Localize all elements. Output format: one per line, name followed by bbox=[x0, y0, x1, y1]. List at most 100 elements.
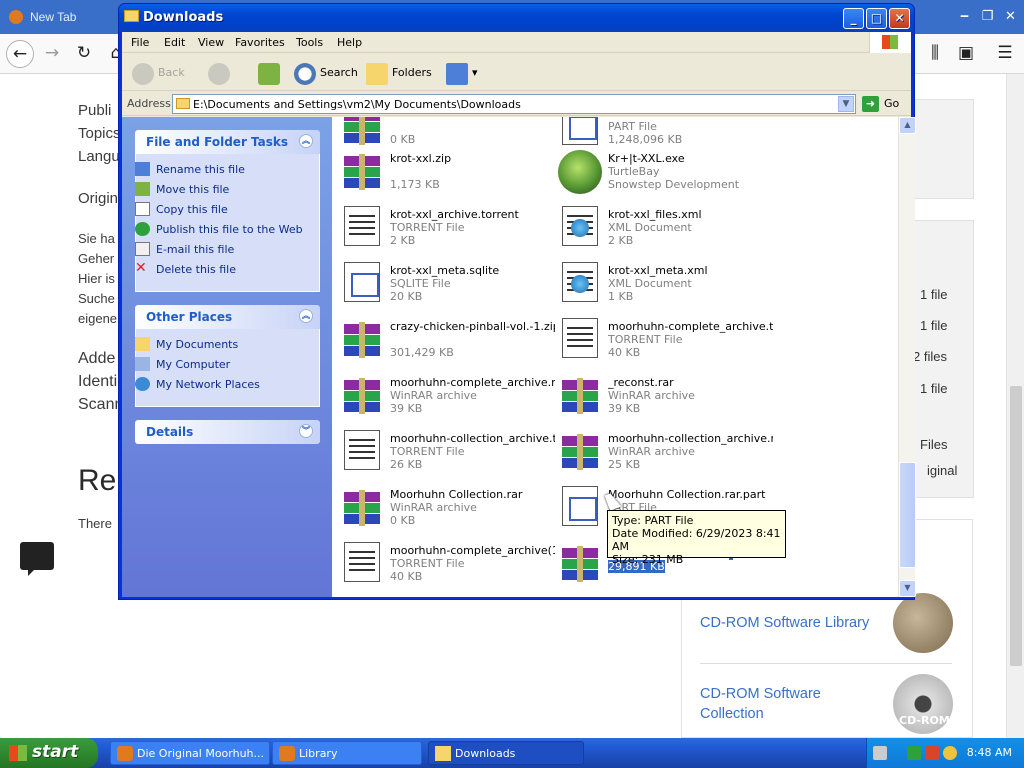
reload-icon[interactable]: ↻ bbox=[70, 40, 98, 68]
library-link-cdrom-library[interactable]: CD-ROM Software Library bbox=[700, 613, 869, 633]
file-type: WinRAR archive bbox=[608, 445, 695, 458]
file-type: PART File bbox=[608, 120, 657, 133]
menu-tools[interactable]: Tools bbox=[296, 36, 323, 49]
library-thumbnail[interactable] bbox=[893, 593, 953, 653]
address-value: E:\Documents and Settings\vm2\My Documen… bbox=[193, 98, 521, 111]
firefox-scrollbar[interactable] bbox=[1006, 74, 1024, 738]
search-tray-icon[interactable] bbox=[943, 746, 957, 760]
library-icon[interactable]: ⫼ bbox=[921, 40, 949, 68]
place-my-network[interactable]: My Network Places bbox=[156, 378, 260, 391]
folder-icon bbox=[124, 10, 139, 22]
explorer-titlebar[interactable]: Downloads _ □ ✕ bbox=[119, 4, 914, 32]
place-my-documents[interactable]: My Documents bbox=[156, 338, 238, 351]
publish-web-icon bbox=[135, 222, 150, 236]
task-rename[interactable]: Rename this file bbox=[156, 163, 245, 176]
back-arrow-icon[interactable]: ← bbox=[6, 40, 34, 68]
security-tray-icon[interactable] bbox=[925, 746, 939, 760]
explorer-window: Downloads _ □ ✕ File Edit View Favorites… bbox=[118, 3, 916, 600]
file-item[interactable]: krot-xxl_archive.torrent TORRENT File 2 KB bbox=[340, 206, 555, 256]
task-move[interactable]: Move this file bbox=[156, 183, 229, 196]
go-button[interactable]: ➜ Go bbox=[860, 95, 906, 113]
firefox-icon bbox=[9, 10, 23, 24]
menu-favorites[interactable]: Favorites bbox=[235, 36, 285, 49]
close-icon[interactable]: ✕ bbox=[1000, 7, 1021, 28]
file-item[interactable]: krot-xxl.zip 1,173 KB bbox=[340, 150, 555, 200]
file-item[interactable]: krot-xxl_meta.sqlite SQLITE File 20 KB bbox=[340, 262, 555, 312]
email-icon bbox=[135, 242, 150, 256]
firefox-icon bbox=[279, 746, 295, 761]
bg-text: Origin bbox=[78, 190, 119, 207]
file-item[interactable]: moorhuhn-collection_archive.t... TORRENT … bbox=[340, 430, 555, 480]
menu-view[interactable]: View bbox=[198, 36, 224, 49]
maximize-icon[interactable]: □ bbox=[866, 8, 887, 29]
task-downloads[interactable]: Downloads bbox=[428, 741, 584, 765]
collapse-icon[interactable]: ︽ bbox=[299, 134, 313, 148]
rar-file-icon bbox=[558, 374, 602, 418]
file-item[interactable]: crazy-chicken-pinball-vol.-1.zip 301,429… bbox=[340, 318, 555, 368]
rar-file-icon bbox=[340, 117, 384, 149]
place-my-computer[interactable]: My Computer bbox=[156, 358, 230, 371]
forward-button[interactable] bbox=[206, 60, 236, 86]
thumb-label: CD-ROM bbox=[899, 714, 950, 727]
expand-icon[interactable]: ︾ bbox=[299, 424, 313, 438]
menu-help[interactable]: Help bbox=[337, 36, 362, 49]
chevron-down-icon[interactable]: ▼ bbox=[838, 96, 854, 112]
cdrom-thumbnail[interactable]: CD-ROM bbox=[893, 674, 953, 734]
file-list-scrollbar[interactable]: ▲ ▼ bbox=[898, 117, 916, 597]
minimize-icon[interactable]: ‒ bbox=[954, 7, 975, 28]
file-item[interactable]: Kr+|t-XXL.exe TurtleBay Snowstep Developme… bbox=[558, 150, 773, 200]
minimize-icon[interactable]: _ bbox=[843, 8, 864, 29]
start-button[interactable]: start bbox=[0, 738, 98, 768]
desktop: New Tab ‒ ❐ ✕ ← → ↻ ⌂ ⫼ ▣ ☰ Publi Topics… bbox=[0, 0, 1024, 768]
file-item[interactable]: _reconst.rar WinRAR archive 39 KB bbox=[558, 374, 773, 424]
file-type bbox=[390, 120, 555, 133]
details-header[interactable]: Details ︾ bbox=[135, 420, 320, 444]
task-publish[interactable]: Publish this file to the Web bbox=[156, 223, 303, 236]
file-item[interactable]: krot-xxl_meta.xml XML Document 1 KB bbox=[558, 262, 773, 312]
scroll-thumb[interactable] bbox=[1010, 386, 1022, 666]
forward-arrow-icon[interactable]: → bbox=[38, 40, 66, 68]
file-item[interactable]: moorhuhn-complete_archive.t... TORRENT Fi… bbox=[558, 318, 773, 368]
bg-text: Identi bbox=[78, 373, 118, 390]
address-field[interactable]: E:\Documents and Settings\vm2\My Documen… bbox=[172, 94, 856, 114]
sidebar-icon[interactable]: ▣ bbox=[952, 40, 980, 68]
scroll-up-icon[interactable]: ▲ bbox=[899, 117, 916, 134]
bg-text: Adde bbox=[78, 350, 116, 367]
task-delete[interactable]: Delete this file bbox=[156, 263, 236, 276]
tooltip-type: Type: PART File bbox=[612, 514, 694, 527]
windows-logo-icon bbox=[9, 745, 27, 761]
views-button[interactable]: ▾ bbox=[444, 60, 480, 86]
file-folder-tasks-header[interactable]: File and Folder Tasks ︽ bbox=[135, 130, 320, 154]
close-icon[interactable]: ✕ bbox=[889, 8, 910, 29]
library-link-cdrom-collection[interactable]: CD-ROM Software Collection bbox=[700, 684, 850, 724]
file-item[interactable]: krot-xxl_files.xml XML Document 2 KB bbox=[558, 206, 773, 256]
folders-button[interactable]: Folders bbox=[364, 60, 436, 86]
file-item[interactable]: moorhuhn-complete_archive(1... TORRENT Fi… bbox=[340, 542, 555, 592]
scroll-down-icon[interactable]: ▼ bbox=[899, 580, 916, 597]
keyboard-icon[interactable] bbox=[873, 746, 887, 760]
back-button[interactable]: Back bbox=[130, 60, 194, 86]
scroll-thumb[interactable] bbox=[899, 462, 916, 568]
menu-edit[interactable]: Edit bbox=[164, 36, 185, 49]
file-name: moorhuhn-complete_archive(1... bbox=[390, 544, 555, 557]
network-tray-icon[interactable] bbox=[907, 746, 921, 760]
firefox-tab[interactable]: New Tab bbox=[0, 0, 118, 34]
up-folder-button[interactable] bbox=[256, 60, 284, 86]
menu-file[interactable]: File bbox=[131, 36, 149, 49]
doc-file-icon bbox=[344, 430, 380, 470]
menu-icon[interactable]: ☰ bbox=[991, 40, 1019, 68]
file-name: moorhuhn-complete_archive.rar bbox=[390, 376, 555, 389]
other-places-header[interactable]: Other Places ︽ bbox=[135, 305, 320, 329]
file-item[interactable]: Moorhuhn Collection.rar WinRAR archive 0 K… bbox=[340, 486, 555, 536]
file-item[interactable]: moorhuhn-complete_archive.rar WinRAR arch… bbox=[340, 374, 555, 424]
restore-icon[interactable]: ❐ bbox=[977, 7, 998, 28]
clock: 8:48 AM bbox=[966, 746, 1012, 759]
task-email[interactable]: E-mail this file bbox=[156, 243, 234, 256]
file-name: moorhuhn-collection_archive.t... bbox=[390, 432, 555, 445]
task-copy[interactable]: Copy this file bbox=[156, 203, 228, 216]
search-button[interactable]: Search bbox=[292, 60, 358, 86]
task-library[interactable]: Library bbox=[272, 741, 422, 765]
task-firefox-moorhuhn[interactable]: Die Original Moorhuh... bbox=[110, 741, 270, 765]
collapse-icon[interactable]: ︽ bbox=[299, 309, 313, 323]
file-item[interactable]: moorhuhn-collection_archive.rar WinRAR ar… bbox=[558, 430, 773, 480]
